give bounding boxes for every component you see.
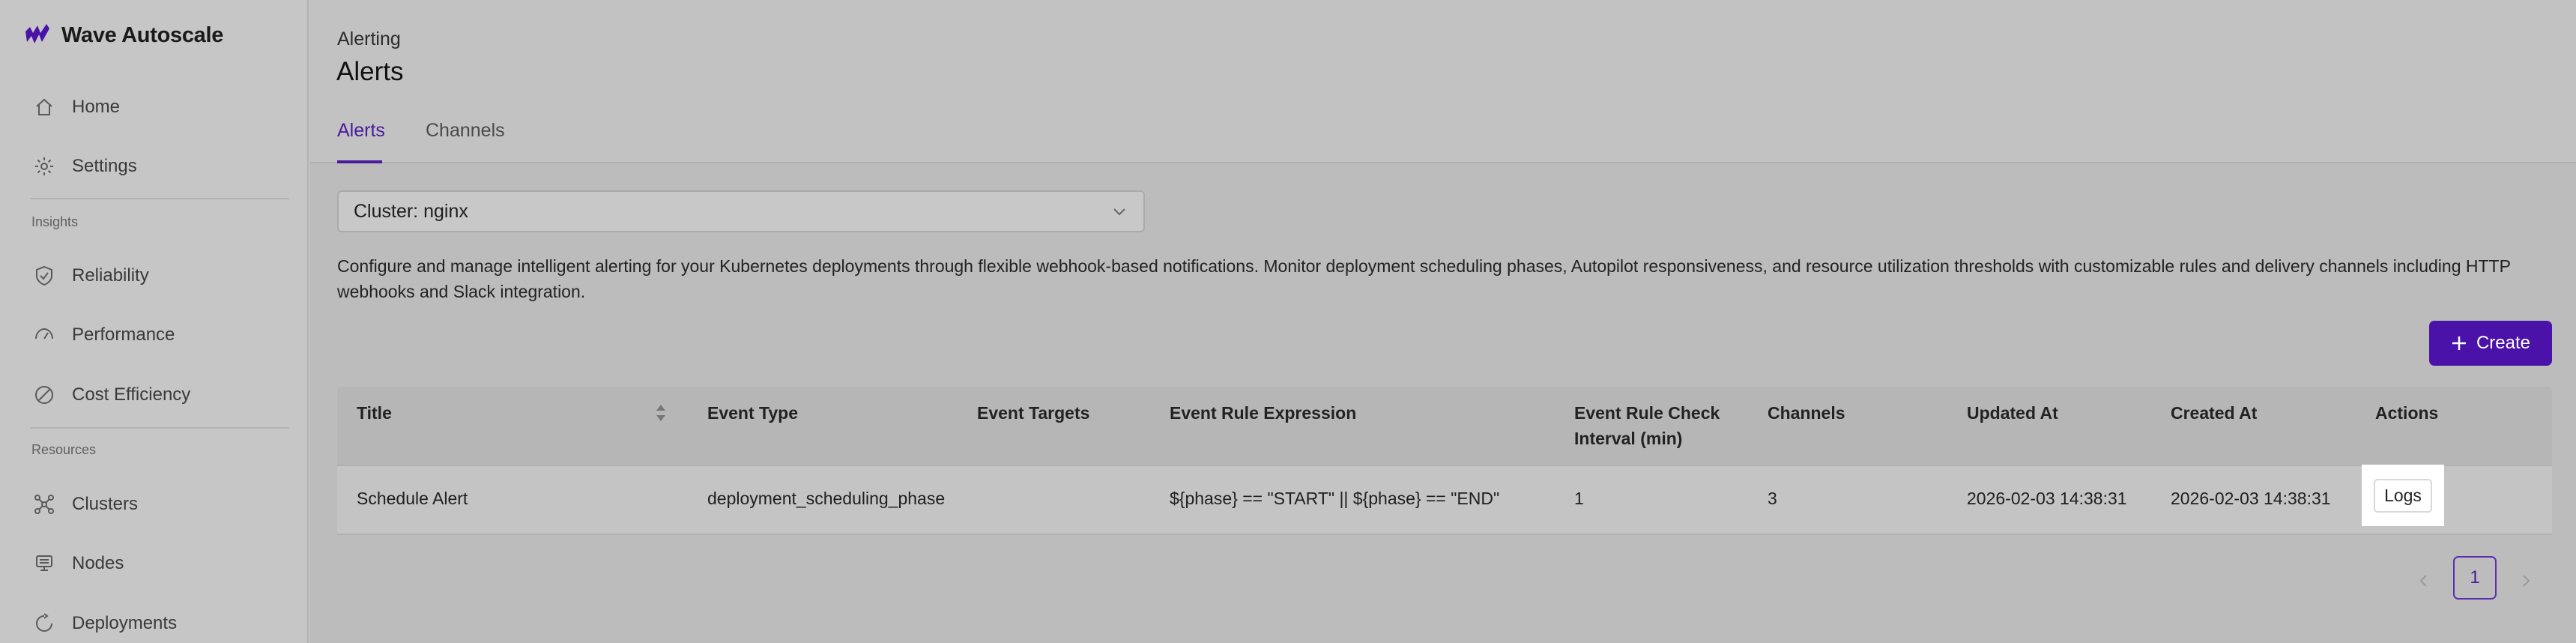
deployments-icon (36, 613, 52, 632)
sidebar-item-label: Home (72, 97, 121, 117)
breadcrumb[interactable]: Alerting (337, 28, 401, 50)
table-row[interactable]: Schedule Alert deployment_scheduling_pha… (337, 465, 2552, 535)
sidebar-item-deployments[interactable]: Deployments (33, 603, 177, 643)
app-logo[interactable]: Wave Autoscale (24, 22, 223, 48)
section-label-resources: Resources (31, 442, 97, 457)
tab-alerts[interactable]: Alerts (337, 120, 385, 142)
sidebar-item-label: Settings (72, 156, 137, 176)
sidebar-item-clusters[interactable]: Clusters (33, 483, 138, 525)
home-icon (36, 98, 52, 115)
section-label-insights: Insights (31, 214, 79, 229)
sidebar-item-label: Deployments (72, 613, 178, 633)
sidebar: Wave Autoscale Home Settings Insights Re… (0, 0, 309, 643)
cost-icon (35, 386, 53, 404)
cell-updated-at: 2026-02-03 14:38:31 (1967, 489, 2127, 508)
column-header-updated-at: Updated At (1967, 403, 2058, 423)
main-content: Alerting Alerts Alerts Channels Cluster:… (310, 0, 2576, 643)
alerts-table: Title Event Type Event Targets Event Rul… (337, 387, 2552, 535)
page-header: Alerting Alerts Alerts Channels (310, 0, 2576, 163)
sidebar-item-performance[interactable]: Performance (33, 314, 175, 356)
sidebar-item-settings[interactable]: Settings (33, 145, 137, 187)
cell-actions: Logs (2362, 465, 2444, 526)
sidebar-item-label: Cost Efficiency (72, 384, 191, 405)
wave-logo-icon (25, 24, 49, 43)
sidebar-item-nodes[interactable]: Nodes (33, 543, 124, 585)
chevron-down-icon (1113, 208, 1125, 216)
sidebar-divider (30, 427, 289, 429)
page-title: Alerts (336, 57, 404, 86)
table-header: Title Event Type Event Targets Event Rul… (337, 387, 2552, 465)
pagination-page-current[interactable]: 1 (2453, 556, 2497, 600)
column-header-title[interactable]: Title (357, 400, 392, 426)
logs-button[interactable]: Logs (2374, 478, 2432, 513)
column-header-event-type: Event Type (707, 403, 798, 423)
pagination-next-icon[interactable] (2515, 570, 2537, 592)
pagination-prev-icon[interactable] (2413, 570, 2435, 592)
sidebar-item-reliability[interactable]: Reliability (33, 255, 149, 297)
shield-icon (36, 265, 52, 286)
column-header-channels: Channels (1768, 403, 1845, 423)
page-description: Configure and manage intelligent alertin… (337, 256, 2511, 301)
cluster-select[interactable]: Cluster: nginx (337, 190, 1145, 232)
gauge-icon (35, 327, 53, 339)
gear-icon (35, 157, 53, 175)
cell-created-at: 2026-02-03 14:38:31 (2171, 489, 2331, 508)
active-tab-indicator (337, 160, 382, 163)
column-header-event-targets: Event Targets (977, 403, 1090, 423)
tab-channels[interactable]: Channels (426, 120, 505, 142)
create-button[interactable]: Create (2429, 321, 2552, 366)
nodes-icon (36, 555, 52, 571)
sidebar-item-label: Reliability (72, 265, 149, 286)
clusters-icon (34, 495, 54, 514)
cell-channels: 3 (1768, 489, 1777, 508)
column-header-event-rule-expression: Event Rule Expression (1170, 403, 1357, 423)
column-header-actions: Actions (2375, 403, 2439, 423)
create-button-label: Create (2476, 333, 2531, 353)
column-header-check-interval: Event Rule Check Interval (min) (1574, 403, 1720, 448)
sidebar-item-label: Nodes (72, 553, 124, 573)
sidebar-item-cost-efficiency[interactable]: Cost Efficiency (33, 374, 190, 416)
cell-title: Schedule Alert (357, 489, 468, 508)
column-header-created-at: Created At (2171, 403, 2258, 423)
app-name: Wave Autoscale (61, 22, 224, 47)
sidebar-item-label: Performance (72, 324, 175, 345)
sidebar-item-home[interactable]: Home (33, 86, 120, 128)
sort-icon[interactable] (655, 402, 667, 424)
cluster-select-value: Cluster: nginx (354, 200, 468, 222)
sidebar-divider (30, 198, 289, 199)
sidebar-item-label: Clusters (72, 494, 139, 514)
plus-icon (2452, 336, 2466, 350)
cell-event-rule-expression: ${phase} == "START" || ${phase} == "END" (1170, 489, 1500, 508)
cell-check-interval: 1 (1574, 489, 1584, 508)
cell-event-type: deployment_scheduling_phase (707, 489, 946, 508)
